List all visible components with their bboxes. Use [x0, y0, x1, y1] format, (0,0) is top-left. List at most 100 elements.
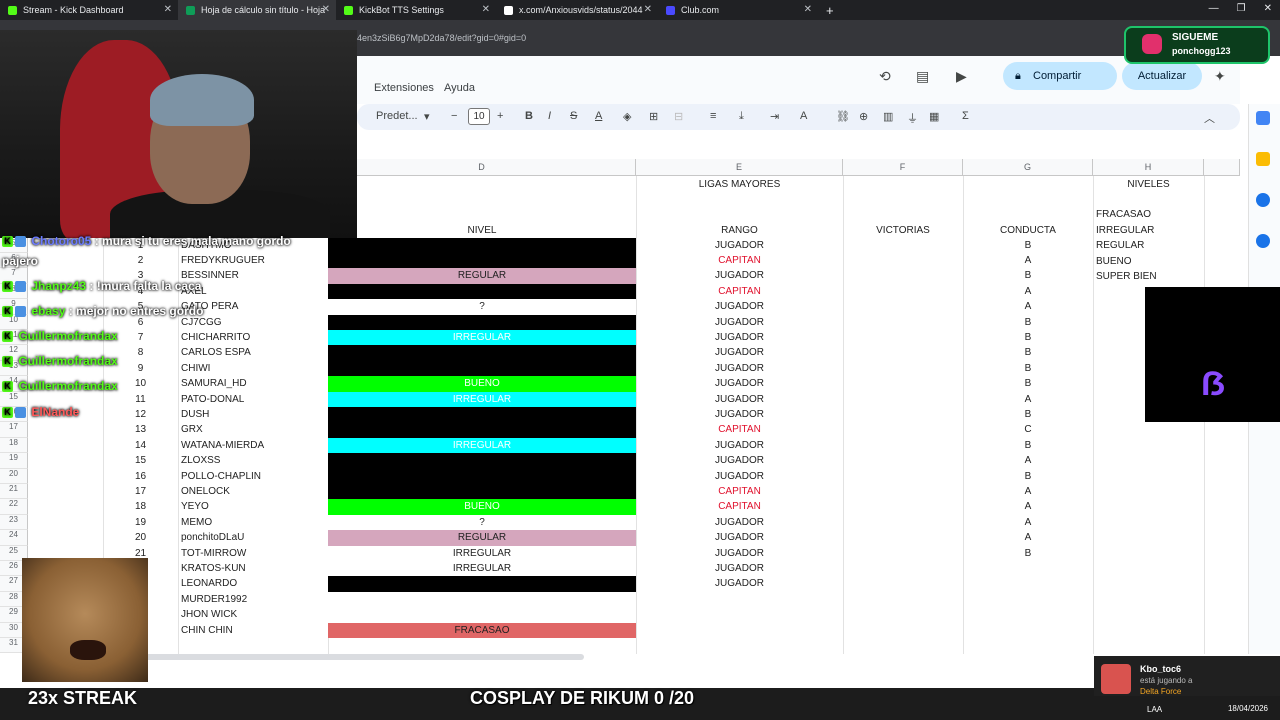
- player-rango[interactable]: JUGADOR: [636, 546, 843, 561]
- close-icon[interactable]: ✕: [322, 4, 330, 15]
- player-rango[interactable]: JUGADOR: [636, 469, 843, 484]
- player-rango[interactable]: JUGADOR: [636, 361, 843, 376]
- filter-icon[interactable]: ⏚: [907, 110, 918, 126]
- player-nivel[interactable]: [328, 360, 636, 377]
- player-conducta[interactable]: A: [963, 499, 1093, 514]
- minimize-icon[interactable]: —: [1209, 3, 1219, 14]
- share-button[interactable]: 🔒︎ Compartir: [1003, 62, 1117, 90]
- valign-icon[interactable]: ⤓: [739, 110, 744, 123]
- player-rango[interactable]: JUGADOR: [636, 453, 843, 468]
- player-name[interactable]: TOT-MIRROW: [181, 546, 326, 561]
- link-icon[interactable]: ⛓: [836, 110, 850, 123]
- row-number[interactable]: 19: [0, 453, 28, 469]
- player-nivel[interactable]: [328, 283, 636, 300]
- tab-spreadsheet[interactable]: Hoja de cálculo sin título - Hoja ✕: [178, 0, 336, 20]
- calendar-icon[interactable]: [1256, 111, 1270, 125]
- player-rango[interactable]: CAPITAN: [636, 484, 843, 499]
- ligas-mayores-title[interactable]: LIGAS MAYORES: [636, 177, 843, 192]
- player-number[interactable]: 18: [103, 499, 178, 514]
- player-number[interactable]: 16: [103, 469, 178, 484]
- maximize-icon[interactable]: ❐: [1237, 3, 1246, 14]
- player-nivel[interactable]: [328, 237, 636, 253]
- player-rango[interactable]: JUGADOR: [636, 515, 843, 530]
- player-conducta[interactable]: B: [963, 268, 1093, 283]
- niveles-title[interactable]: NIVELES: [1093, 177, 1204, 192]
- player-conducta[interactable]: A: [963, 253, 1093, 268]
- bold-icon[interactable]: B: [525, 110, 533, 122]
- menu-help[interactable]: Ayuda: [444, 82, 475, 94]
- player-name[interactable]: MEMO: [181, 515, 326, 530]
- level-irregular[interactable]: IRREGULAR: [1096, 223, 1154, 238]
- align-icon[interactable]: ≡: [710, 110, 716, 122]
- player-nivel[interactable]: [328, 345, 636, 361]
- level-super-bien[interactable]: SUPER BIEN: [1096, 269, 1157, 284]
- player-name[interactable]: ponchitoDLaU: [181, 530, 326, 545]
- row-number[interactable]: 23: [0, 514, 28, 531]
- player-name[interactable]: ZLOXSS: [181, 453, 326, 468]
- player-conducta[interactable]: C: [963, 422, 1093, 437]
- new-tab-icon[interactable]: +: [826, 3, 834, 18]
- player-name[interactable]: WATANA-MIERDA: [181, 438, 326, 453]
- player-conducta[interactable]: A: [963, 484, 1093, 499]
- column-header-f[interactable]: F: [843, 159, 963, 176]
- player-number[interactable]: 14: [103, 438, 178, 453]
- player-name[interactable]: MURDER1992: [181, 592, 326, 607]
- player-nivel[interactable]: [328, 422, 636, 438]
- column-header-d[interactable]: D: [328, 159, 636, 176]
- player-nivel[interactable]: [328, 453, 636, 469]
- player-conducta[interactable]: B: [963, 315, 1093, 330]
- player-nivel[interactable]: BUENO: [328, 376, 636, 392]
- player-nivel[interactable]: [328, 253, 636, 269]
- player-number[interactable]: 17: [103, 484, 178, 499]
- player-number[interactable]: 19: [103, 515, 178, 530]
- tab-kick-dashboard[interactable]: Stream - Kick Dashboard ✕: [0, 0, 178, 20]
- player-rango[interactable]: JUGADOR: [636, 576, 843, 591]
- player-name[interactable]: CHIN CHIN: [181, 623, 326, 638]
- player-nivel[interactable]: REGULAR: [328, 268, 636, 284]
- font-size-input[interactable]: 10: [468, 108, 490, 125]
- player-conducta[interactable]: B: [963, 330, 1093, 345]
- close-window-icon[interactable]: ✕: [1264, 3, 1272, 14]
- player-rango[interactable]: JUGADOR: [636, 438, 843, 453]
- player-rango[interactable]: JUGADOR: [636, 407, 843, 422]
- player-rango[interactable]: JUGADOR: [636, 238, 843, 253]
- player-conducta[interactable]: B: [963, 238, 1093, 253]
- player-rango[interactable]: JUGADOR: [636, 561, 843, 576]
- player-number[interactable]: 20: [103, 530, 178, 545]
- header-conducta[interactable]: CONDUCTA: [963, 223, 1093, 238]
- rotate-icon[interactable]: A: [800, 110, 807, 122]
- player-nivel[interactable]: IRREGULAR: [328, 437, 636, 454]
- player-rango[interactable]: JUGADOR: [636, 315, 843, 330]
- keep-icon[interactable]: [1256, 152, 1270, 166]
- player-nivel[interactable]: [328, 314, 636, 330]
- column-header-g[interactable]: G: [963, 159, 1093, 176]
- player-rango[interactable]: JUGADOR: [636, 299, 843, 314]
- contacts-icon[interactable]: [1256, 234, 1270, 248]
- close-icon[interactable]: ✕: [482, 4, 490, 15]
- player-nivel[interactable]: ?: [328, 299, 636, 315]
- player-nivel[interactable]: [328, 407, 636, 423]
- text-color-icon[interactable]: A: [595, 110, 602, 122]
- fill-color-icon[interactable]: ◈: [623, 110, 631, 123]
- player-nivel[interactable]: ?: [328, 514, 636, 531]
- player-rango[interactable]: JUGADOR: [636, 530, 843, 545]
- player-nivel[interactable]: [328, 591, 636, 608]
- player-rango[interactable]: CAPITAN: [636, 284, 843, 299]
- player-conducta[interactable]: B: [963, 469, 1093, 484]
- player-nivel[interactable]: IRREGULAR: [328, 391, 636, 407]
- borders-icon[interactable]: ⊞: [649, 110, 658, 123]
- player-conducta[interactable]: B: [963, 376, 1093, 391]
- language-indicator[interactable]: LAA: [1147, 705, 1162, 714]
- player-nivel[interactable]: IRREGULAR: [328, 561, 636, 577]
- player-name[interactable]: LEONARDO: [181, 576, 326, 591]
- player-name[interactable]: POLLO-CHAPLIN: [181, 469, 326, 484]
- row-number[interactable]: 18: [0, 437, 28, 454]
- chart-icon[interactable]: ▥: [883, 110, 893, 123]
- player-rango[interactable]: JUGADOR: [636, 330, 843, 345]
- player-name[interactable]: KRATOS-KUN: [181, 561, 326, 576]
- player-rango[interactable]: CAPITAN: [636, 253, 843, 268]
- level-regular[interactable]: REGULAR: [1096, 238, 1144, 253]
- level-bueno[interactable]: BUENO: [1096, 254, 1132, 269]
- close-icon[interactable]: ✕: [644, 4, 652, 15]
- player-number[interactable]: 15: [103, 453, 178, 468]
